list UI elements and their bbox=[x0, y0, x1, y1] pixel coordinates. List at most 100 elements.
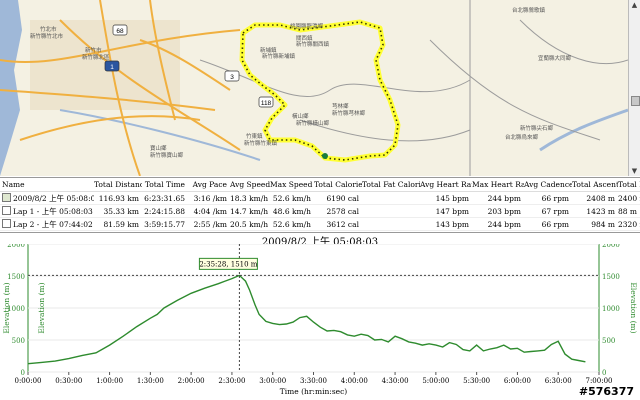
y-tick-label: 500 bbox=[12, 337, 25, 345]
x-tick-label: 2:00:00 bbox=[178, 377, 205, 385]
column-header-avg-heart-rate[interactable]: Avg Heart Rate bbox=[420, 178, 472, 192]
map-canvas[interactable]: 68 3 118 1 竹北市新竹縣竹北市新竹市新竹縣北區 桃園縣龍潭鄉關西鎮新竹縣關西鎮竹… bbox=[0, 0, 628, 176]
lap-icon bbox=[2, 218, 11, 228]
map-place-label: 新竹縣關西鎮 bbox=[296, 40, 330, 48]
cell: 3:59:15.77 bbox=[144, 219, 185, 229]
cell bbox=[362, 192, 420, 205]
column-header-total-ascent[interactable]: Total Ascent bbox=[572, 178, 618, 192]
lap-icon bbox=[2, 205, 11, 215]
x-tick-label: 2:30:00 bbox=[218, 377, 245, 385]
x-tick-label: 7:00:00 bbox=[586, 377, 613, 385]
y-tick-label-right: 500 bbox=[602, 337, 615, 345]
column-header-total-calories[interactable]: Total Calories bbox=[314, 178, 362, 192]
cursor-tooltip-label: 2:35:28, 1510 m bbox=[199, 260, 257, 268]
map-place-label: 新竹縣北區 bbox=[82, 53, 110, 61]
road-number: 118 bbox=[261, 100, 272, 107]
cell: 3:16 /km bbox=[193, 193, 227, 203]
y-axis-label-inner: Elevation (m) bbox=[37, 282, 46, 333]
sea-shape bbox=[0, 0, 22, 176]
map-place-label: 新竹縣竹東鎮 bbox=[244, 139, 278, 147]
cell: 3612 cal bbox=[326, 219, 359, 229]
cell: 2:24:15.88 bbox=[144, 206, 185, 216]
y-axis-label: Elevation (m) bbox=[2, 282, 11, 333]
cell: 2578 cal bbox=[326, 206, 359, 216]
road-number: 1 bbox=[110, 64, 114, 71]
scroll-down-icon[interactable]: ▼ bbox=[629, 166, 640, 176]
cell: 2:55 /km bbox=[193, 219, 227, 229]
cell: 116.93 km bbox=[98, 193, 139, 203]
cell: 984 m bbox=[591, 219, 615, 229]
scroll-thumb[interactable] bbox=[631, 96, 640, 106]
column-header-total-time[interactable]: Total Time bbox=[142, 178, 188, 192]
column-header-max-speed[interactable]: Max Speed bbox=[270, 178, 314, 192]
x-tick-label: 4:30:00 bbox=[382, 377, 409, 385]
x-tick-label: 0:30:00 bbox=[55, 377, 82, 385]
cell: 66 rpm bbox=[541, 219, 569, 229]
cell: 48.6 km/h bbox=[272, 206, 311, 216]
map-place-label: 新竹縣新埔鎮 bbox=[262, 52, 296, 60]
cell: 35.33 km bbox=[103, 206, 139, 216]
x-tick-label: 4:00:00 bbox=[341, 377, 368, 385]
cell: 203 bpm bbox=[487, 206, 521, 216]
column-header-total-fat-calories[interactable]: Total Fat Calories bbox=[362, 178, 420, 192]
column-header-avg-speed[interactable]: Avg Speed bbox=[230, 178, 270, 192]
cell bbox=[362, 205, 420, 218]
map-place-label: 新竹市 bbox=[85, 46, 102, 54]
column-header-avg-cadence[interactable]: Avg Cadence bbox=[524, 178, 572, 192]
river-line bbox=[539, 108, 628, 152]
table-row[interactable]: 2009/8/2 上午 05:08:03 116.93 km 6:23:31.6… bbox=[0, 192, 640, 205]
road-shield: 1 bbox=[104, 60, 120, 72]
cell: 52.6 km/h bbox=[272, 193, 311, 203]
x-tick-label: 1:00:00 bbox=[96, 377, 123, 385]
table-row[interactable]: Lap 2 - 上午 07:44:02 81.59 km 3:59:15.77 … bbox=[0, 218, 640, 231]
cell: 18.3 km/h bbox=[230, 193, 269, 203]
cell: 6:23:31.65 bbox=[144, 193, 185, 203]
x-tick-label: 5:00:00 bbox=[422, 377, 449, 385]
y-tick-label-right: 2000 bbox=[602, 244, 620, 249]
boundary-line bbox=[429, 39, 601, 141]
map-view[interactable]: 68 3 118 1 竹北市 新竹縣竹北市 新竹市 新竹縣北區 桃園縣龍潭鄉 關西鎮 新竹縣關西鎮竹… bbox=[0, 0, 628, 176]
column-header-name[interactable]: Name bbox=[0, 178, 94, 192]
y-tick-label-right: 0 bbox=[602, 369, 606, 377]
map-place-label: 橫山鄉 bbox=[292, 112, 309, 120]
y-tick-label: 1500 bbox=[7, 273, 25, 281]
map-place-label: 新竹縣寶山鄉 bbox=[150, 151, 184, 159]
table-header-row: Name Total Distance Total Time Avg Pace … bbox=[0, 178, 640, 192]
x-tick-label: 3:30:00 bbox=[300, 377, 327, 385]
route-start-marker bbox=[322, 153, 328, 159]
x-tick-label: 0:00:00 bbox=[15, 377, 42, 385]
map-place-label: 芎林鄉 bbox=[332, 102, 349, 110]
map-place-label: 桃園縣龍潭鄉 bbox=[290, 22, 324, 30]
column-header-max-heart-rate[interactable]: Max Heart Rate bbox=[472, 178, 524, 192]
map-place-label: 竹北市 bbox=[40, 25, 57, 33]
map-scrollbar[interactable]: ▲ ▼ bbox=[628, 0, 640, 176]
cell: 244 bpm bbox=[487, 193, 521, 203]
column-header-avg-pace[interactable]: Avg Pace bbox=[188, 178, 230, 192]
column-header-total-descent[interactable]: Total Descent bbox=[618, 178, 640, 192]
y-tick-label: 0 bbox=[21, 369, 25, 377]
cell: 6190 cal bbox=[326, 193, 359, 203]
cell: 2408 m bbox=[586, 193, 615, 203]
activity-icon bbox=[2, 192, 11, 202]
map-place-label: 新竹縣竹北市 bbox=[30, 32, 64, 40]
elevation-chart[interactable]: 0 0500 5001000 10001500 15002000 20000:00:00 0… bbox=[0, 244, 640, 400]
cell: 4:04 /km bbox=[193, 206, 227, 216]
cell bbox=[362, 218, 420, 231]
column-header-total-distance[interactable]: Total Distance bbox=[94, 178, 142, 192]
table-row[interactable]: Lap 1 - 上午 05:08:03 35.33 km 2:24:15.88 … bbox=[0, 205, 640, 218]
scroll-up-icon[interactable]: ▲ bbox=[629, 0, 640, 10]
road-shield: 118 bbox=[258, 96, 274, 108]
map-place-label: 新竹縣橫山鄉 bbox=[296, 119, 330, 127]
x-tick-label: 6:30:00 bbox=[545, 377, 572, 385]
map-place-label: 新竹縣尖石鄉 bbox=[520, 124, 554, 132]
cell: 1423 m bbox=[586, 206, 615, 216]
row-name: Lap 2 - 上午 07:44:02 bbox=[13, 219, 93, 229]
map-place-label: 台北縣烏來鄉 bbox=[505, 133, 539, 141]
map-place-label: 新竹縣芎林鄉 bbox=[332, 109, 366, 117]
row-name: Lap 1 - 上午 05:08:03 bbox=[13, 206, 93, 216]
road-number: 68 bbox=[116, 28, 124, 35]
x-tick-label: 3:00:00 bbox=[259, 377, 286, 385]
y-tick-label-right: 1000 bbox=[602, 305, 620, 313]
boundary-line bbox=[519, 19, 628, 65]
cell: 81.59 km bbox=[103, 219, 139, 229]
